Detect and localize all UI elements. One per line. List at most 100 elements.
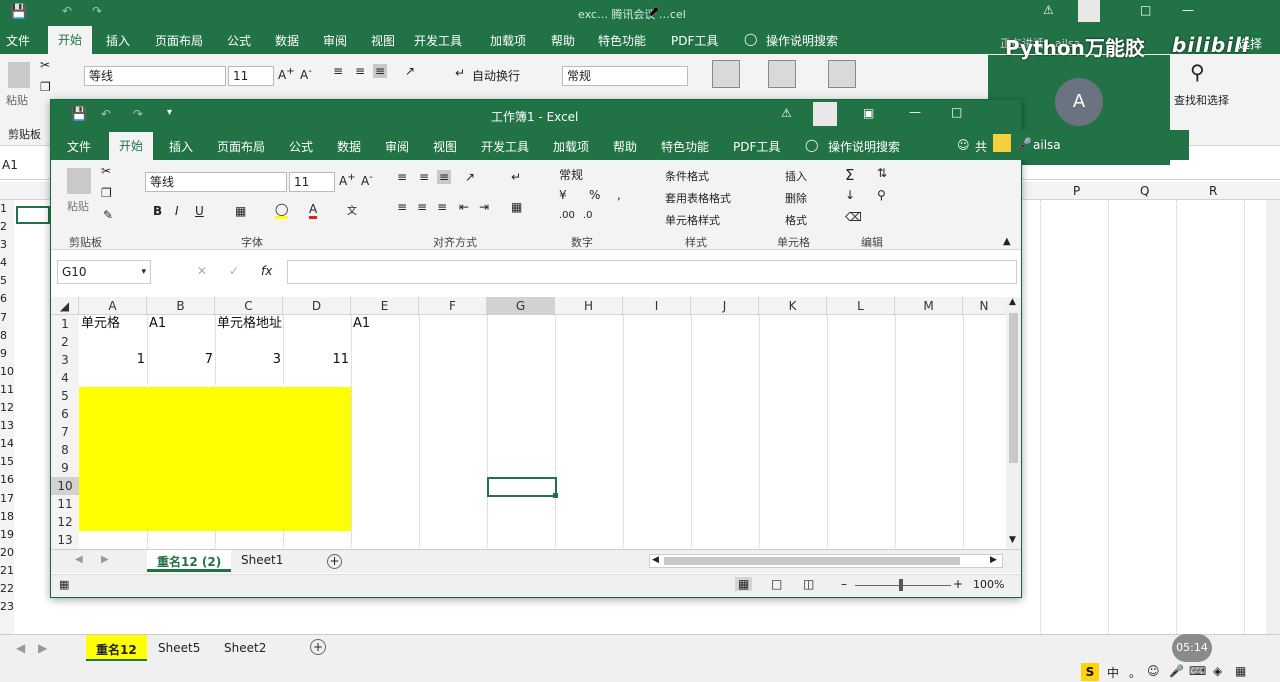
tab-file[interactable]: 文件 <box>6 32 30 49</box>
fg-row-header-7[interactable]: 7 <box>51 423 79 441</box>
page-layout-view-icon[interactable]: □ <box>771 577 782 591</box>
fg-percent-icon[interactable]: % <box>589 188 600 202</box>
ime-logo-icon[interactable]: S <box>1081 663 1099 681</box>
bg-row-header[interactable]: 6 <box>0 290 14 308</box>
fg-tab-features[interactable]: 特色功能 <box>661 138 709 155</box>
align-middle-icon[interactable]: ≡ <box>355 64 365 78</box>
fg-col-header-j[interactable]: J <box>691 297 759 315</box>
fg-maximize-icon[interactable]: □ <box>951 105 962 119</box>
fg-delete-cells-button[interactable]: 删除 <box>785 190 807 206</box>
bg-row-header[interactable]: 13 <box>0 417 14 435</box>
fg-share-icon[interactable]: ☺ <box>957 138 970 152</box>
bg-row-header[interactable]: 22 <box>0 580 14 598</box>
bg-row-header[interactable]: 8 <box>0 327 14 345</box>
fg-number-format-select[interactable]: 常规 <box>555 166 629 186</box>
bg-find-select-icon[interactable]: ⚲ <box>1190 60 1205 84</box>
fg-decrease-font-icon[interactable]: A- <box>361 172 373 188</box>
fg-tab-developer[interactable]: 开发工具 <box>481 138 529 155</box>
fg-align-right-icon[interactable]: ≡ <box>437 200 447 214</box>
fg-wrap-text-icon[interactable]: ↵ <box>511 170 521 184</box>
zoom-in-icon[interactable]: + <box>953 577 963 591</box>
fg-tab-formulas[interactable]: 公式 <box>289 138 313 155</box>
fg-format-painter-icon[interactable]: ✎ <box>103 208 113 222</box>
copy-icon[interactable]: ❐ <box>40 80 51 94</box>
ime-menu-icon[interactable]: ▦ <box>1235 664 1246 678</box>
bg-row-header[interactable]: 5 <box>0 272 14 290</box>
fg-font-select[interactable]: 等线 <box>145 172 287 192</box>
fg-col-header-k[interactable]: K <box>759 297 827 315</box>
fg-sheet-next-icon[interactable]: ▶ <box>101 554 109 565</box>
fg-cancel-icon[interactable]: ✕ <box>197 264 207 278</box>
page-break-view-icon[interactable]: ◫ <box>803 577 814 591</box>
fg-tab-pdf[interactable]: PDF工具 <box>733 138 780 155</box>
fg-copy-icon[interactable]: ❐ <box>101 186 112 200</box>
hscroll-right-icon[interactable]: ▶ <box>990 555 997 565</box>
fg-tab-review[interactable]: 审阅 <box>385 138 409 155</box>
zoom-slider[interactable] <box>855 585 951 586</box>
fg-vertical-scrollbar[interactable]: ▲ ▼ <box>1006 297 1021 549</box>
bg-row-header[interactable]: 14 <box>0 435 14 453</box>
fg-name-box[interactable]: G10 ▾ <box>57 260 151 284</box>
fg-col-header-c[interactable]: C <box>215 297 283 315</box>
cell-b3[interactable]: 7 <box>147 351 213 369</box>
ime-emoji-icon[interactable]: ☺ <box>1147 664 1160 678</box>
fg-row-header-1[interactable]: 1 <box>51 315 79 333</box>
ime-mode[interactable]: 中 <box>1107 664 1119 681</box>
fg-align-bottom-icon[interactable]: ≡ <box>437 170 452 184</box>
fg-cell-style-button[interactable]: 单元格样式 <box>665 212 720 228</box>
align-bottom-icon[interactable]: ≡ <box>373 64 388 78</box>
bg-col-header-r[interactable]: R <box>1209 184 1217 198</box>
bg-row-header[interactable]: 17 <box>0 490 14 508</box>
fg-paste-icon[interactable] <box>67 168 91 194</box>
fg-format-cells-button[interactable]: 格式 <box>785 212 807 228</box>
fg-select-all[interactable]: ◢ <box>51 297 79 315</box>
bg-wrap-text[interactable]: 自动换行 <box>472 67 520 84</box>
fg-row-header-9[interactable]: 9 <box>51 459 79 477</box>
undo-icon[interactable]: ↶ <box>62 4 72 18</box>
fg-col-header-m[interactable]: M <box>895 297 963 315</box>
fg-table-format-button[interactable]: 套用表格格式 <box>665 190 731 206</box>
fg-sort-icon[interactable]: ⇅ <box>877 166 887 180</box>
bg-row-header[interactable]: 23 <box>0 598 14 616</box>
fg-cut-icon[interactable]: ✂ <box>101 164 111 178</box>
cell-style-icon[interactable] <box>828 60 856 88</box>
align-top-icon[interactable]: ≡ <box>333 64 343 78</box>
fg-row-header-8[interactable]: 8 <box>51 441 79 459</box>
fg-fx-icon[interactable]: fx <box>261 264 272 278</box>
tell-me-search[interactable]: 操作说明搜索 <box>766 32 838 49</box>
fg-col-header-g[interactable]: G <box>487 297 555 315</box>
fg-increase-font-icon[interactable]: A+ <box>339 172 356 188</box>
fg-qat-menu-icon[interactable]: ▾ <box>167 107 172 118</box>
zoom-level[interactable]: 100% <box>973 578 1004 591</box>
fg-italic-button[interactable]: I <box>175 204 179 218</box>
fg-fill-icon[interactable]: ↓ <box>845 188 855 202</box>
cell-e1[interactable]: A1 <box>353 315 370 333</box>
fg-col-header-b[interactable]: B <box>147 297 215 315</box>
bg-find-select-label[interactable]: 查找和选择 <box>1174 92 1229 108</box>
bg-row-header[interactable]: 1 <box>0 200 14 218</box>
cell-b1[interactable]: A1 <box>149 315 166 333</box>
fg-col-header-f[interactable]: F <box>419 297 487 315</box>
fg-font-color-icon[interactable]: A <box>309 202 318 219</box>
zoom-out-icon[interactable]: – <box>841 577 847 591</box>
tab-insert[interactable]: 插入 <box>106 32 130 49</box>
minimize-icon[interactable]: — <box>1182 3 1194 17</box>
fg-minimize-icon[interactable]: — <box>909 105 921 119</box>
fg-tab-insert[interactable]: 插入 <box>169 138 193 155</box>
tab-home[interactable]: 开始 <box>48 26 93 54</box>
fg-tab-file[interactable]: 文件 <box>67 138 91 155</box>
fg-tab-addins[interactable]: 加载项 <box>553 138 589 155</box>
bg-vertical-scrollbar[interactable] <box>1266 200 1280 634</box>
cond-format-icon[interactable] <box>712 60 740 88</box>
bg-col-header-q[interactable]: Q <box>1140 184 1149 198</box>
fg-row-header-12[interactable]: 12 <box>51 513 79 531</box>
bg-row-header[interactable]: 4 <box>0 254 14 272</box>
bg-row-header[interactable]: 16 <box>0 471 14 489</box>
fg-row-header-10[interactable]: 10 <box>51 477 79 495</box>
cell-a3[interactable]: 1 <box>79 351 145 369</box>
fg-cell-grid[interactable]: 单元格 A1 单元格地址 A1 1 7 3 11 <box>79 315 1006 548</box>
fg-insert-cells-button[interactable]: 插入 <box>785 168 807 184</box>
fg-cond-format-button[interactable]: 条件格式 <box>665 168 709 184</box>
scroll-down-icon[interactable]: ▼ <box>1009 535 1016 545</box>
fg-share-label[interactable]: 共 <box>975 138 987 155</box>
